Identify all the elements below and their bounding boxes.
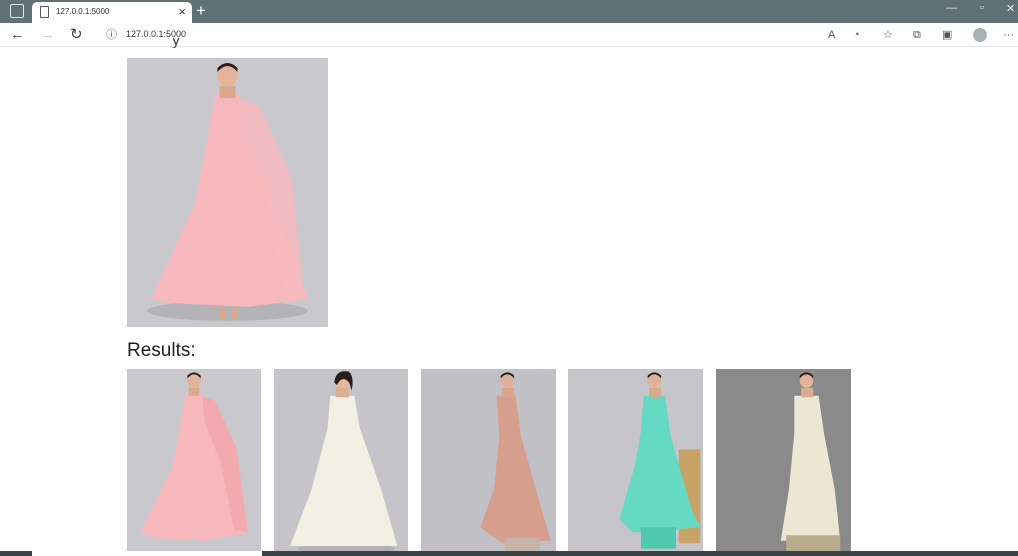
more-options-icon[interactable]: ··· xyxy=(1003,27,1014,43)
model-in-dress-photo xyxy=(568,369,703,554)
query-image xyxy=(127,58,328,327)
browser-tabstrip: 127.0.0.1:5000 × + — ▫ ✕ xyxy=(0,0,1018,23)
tab-title: 127.0.0.1:5000 xyxy=(56,7,110,16)
tab-close-icon[interactable]: × xyxy=(178,4,186,20)
minimize-icon[interactable]: — xyxy=(946,2,957,14)
collections-icon[interactable]: ⧉ xyxy=(913,27,921,43)
model-in-dress-photo xyxy=(716,369,851,554)
model-in-dress-photo xyxy=(127,369,261,554)
browser-toolbar: ← → ↻ ⓘ 127.0.0.1:5000 A ◔ ☆ ⧉ ▣ ··· xyxy=(0,23,1018,47)
address-bar[interactable]: ⓘ 127.0.0.1:5000 xyxy=(98,25,818,45)
result-image[interactable] xyxy=(274,369,408,554)
page-icon xyxy=(40,6,49,18)
favorites-add-icon[interactable]: ☆ xyxy=(883,27,893,43)
tab-actions-icon[interactable] xyxy=(10,4,24,18)
result-image[interactable] xyxy=(568,369,703,554)
extensions-icon[interactable]: ▣ xyxy=(942,27,952,43)
read-aloud-icon[interactable]: A xyxy=(828,27,835,43)
taskbar-active-item xyxy=(32,551,262,556)
clipped-heading-fragment: y xyxy=(172,38,180,48)
results-heading: Results: xyxy=(127,340,196,361)
refresh-icon[interactable]: ↻ xyxy=(70,25,83,45)
result-image[interactable] xyxy=(421,369,556,554)
browser-tab[interactable]: 127.0.0.1:5000 × xyxy=(32,2,192,23)
result-image[interactable] xyxy=(127,369,261,554)
forward-icon[interactable]: → xyxy=(40,25,55,45)
model-in-dress-photo xyxy=(274,369,408,554)
close-window-icon[interactable]: ✕ xyxy=(1006,2,1015,15)
model-in-dress-photo xyxy=(127,58,328,327)
taskbar-strip xyxy=(0,551,1018,556)
result-image[interactable] xyxy=(716,369,851,554)
site-info-icon[interactable]: ⓘ xyxy=(106,26,117,42)
tracking-prevention-icon[interactable]: ◔ xyxy=(853,27,860,43)
profile-avatar-icon[interactable] xyxy=(973,28,987,42)
back-icon[interactable]: ← xyxy=(10,25,25,45)
new-tab-button[interactable]: + xyxy=(196,0,206,22)
model-in-dress-photo xyxy=(421,369,556,554)
maximize-icon[interactable]: ▫ xyxy=(980,2,984,14)
